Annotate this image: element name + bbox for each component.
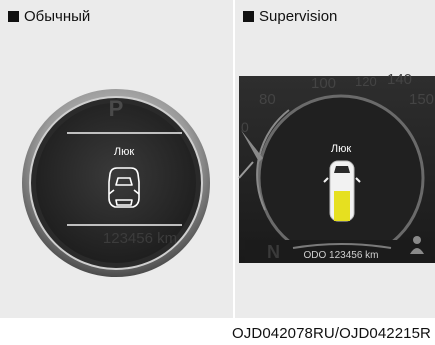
supervision-cluster-panel: Supervision 80 100 120 140 150 0 Люк N O… [235, 0, 435, 318]
speed-scale-tick: 80 [259, 91, 276, 108]
gear-indicator: N [267, 242, 280, 262]
speed-scale-tick: 0 [241, 119, 249, 135]
speed-scale-tick: 100 [311, 75, 336, 92]
speed-scale-tick: 120 [355, 74, 377, 89]
figure-caption: OJD042078RU/OJD042215R [232, 325, 431, 342]
normal-cluster-panel: Обычный P Люк 123456 km [0, 0, 233, 318]
normal-cluster-illustration: P Люк 123456 km [22, 89, 210, 277]
hatch-warning-label: Люк [114, 146, 134, 158]
speed-scale-tick: 150 [409, 91, 434, 108]
hatch-warning-label: Люк [331, 143, 351, 155]
odometer-readout: ODO 123456 km [303, 250, 378, 261]
supervision-cluster-illustration: 80 100 120 140 150 0 Люк N ODO 123456 km [238, 71, 435, 263]
odometer-faint: 123456 km [103, 230, 177, 247]
speed-scale-tick: 140 [387, 71, 412, 88]
gear-indicator: P [109, 96, 124, 121]
open-hatch-indicator [334, 191, 350, 221]
